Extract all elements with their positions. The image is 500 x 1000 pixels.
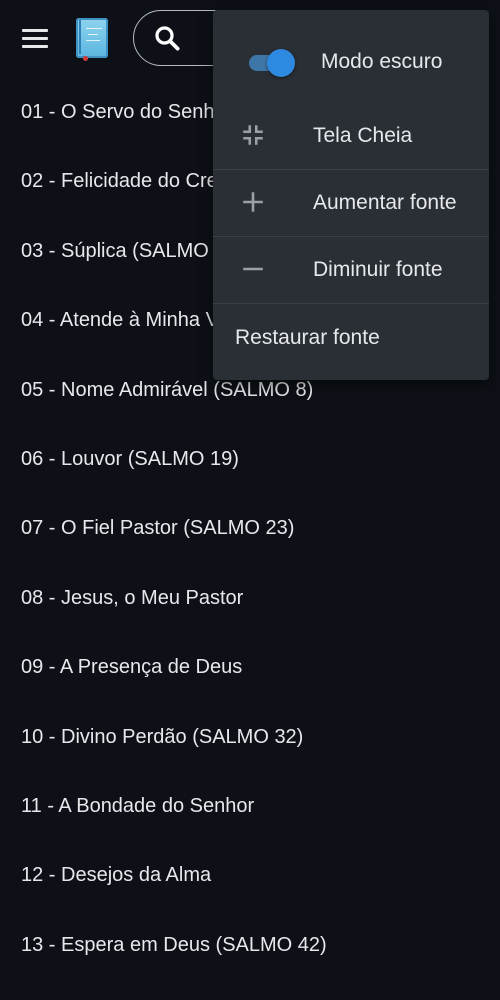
increase-font-label: Aumentar fonte — [313, 191, 457, 214]
fullscreen-exit-icon — [243, 125, 263, 145]
decrease-font-label: Diminuir fonte — [313, 258, 443, 281]
hamburger-icon — [22, 29, 48, 32]
menu-item-decrease-font[interactable]: Diminuir fonte — [213, 236, 489, 303]
dark-mode-toggle[interactable] — [247, 49, 295, 77]
list-item[interactable]: 07 - O Fiel Pastor (SALMO 23) — [0, 494, 500, 563]
minus-icon — [243, 267, 263, 271]
list-item[interactable]: 09 - A Presença de Deus — [0, 633, 500, 702]
book-icon — [76, 18, 108, 61]
fullscreen-label: Tela Cheia — [313, 124, 413, 147]
options-menu: Modo escuro Tela Cheia Aumentar fonte Di… — [213, 10, 489, 380]
list-item[interactable]: 13 - Espera em Deus (SALMO 42) — [0, 911, 500, 980]
list-item[interactable]: 12 - Desejos da Alma — [0, 841, 500, 910]
reset-font-label: Restaurar fonte — [235, 326, 380, 349]
plus-icon — [243, 192, 263, 212]
search-icon[interactable] — [152, 23, 182, 53]
menu-item-increase-font[interactable]: Aumentar fonte — [213, 169, 489, 236]
list-item[interactable]: 08 - Jesus, o Meu Pastor — [0, 564, 500, 633]
hamburger-menu-button[interactable] — [22, 26, 54, 54]
menu-item-fullscreen[interactable]: Tela Cheia — [213, 102, 489, 169]
menu-item-reset-font[interactable]: Restaurar fonte — [213, 304, 489, 371]
dark-mode-label: Modo escuro — [321, 50, 443, 73]
list-item[interactable]: 11 - A Bondade do Senhor — [0, 772, 500, 841]
menu-item-dark-mode[interactable]: Modo escuro — [213, 28, 489, 95]
list-item[interactable]: 06 - Louvor (SALMO 19) — [0, 425, 500, 494]
list-item[interactable]: 10 - Divino Perdão (SALMO 32) — [0, 703, 500, 772]
